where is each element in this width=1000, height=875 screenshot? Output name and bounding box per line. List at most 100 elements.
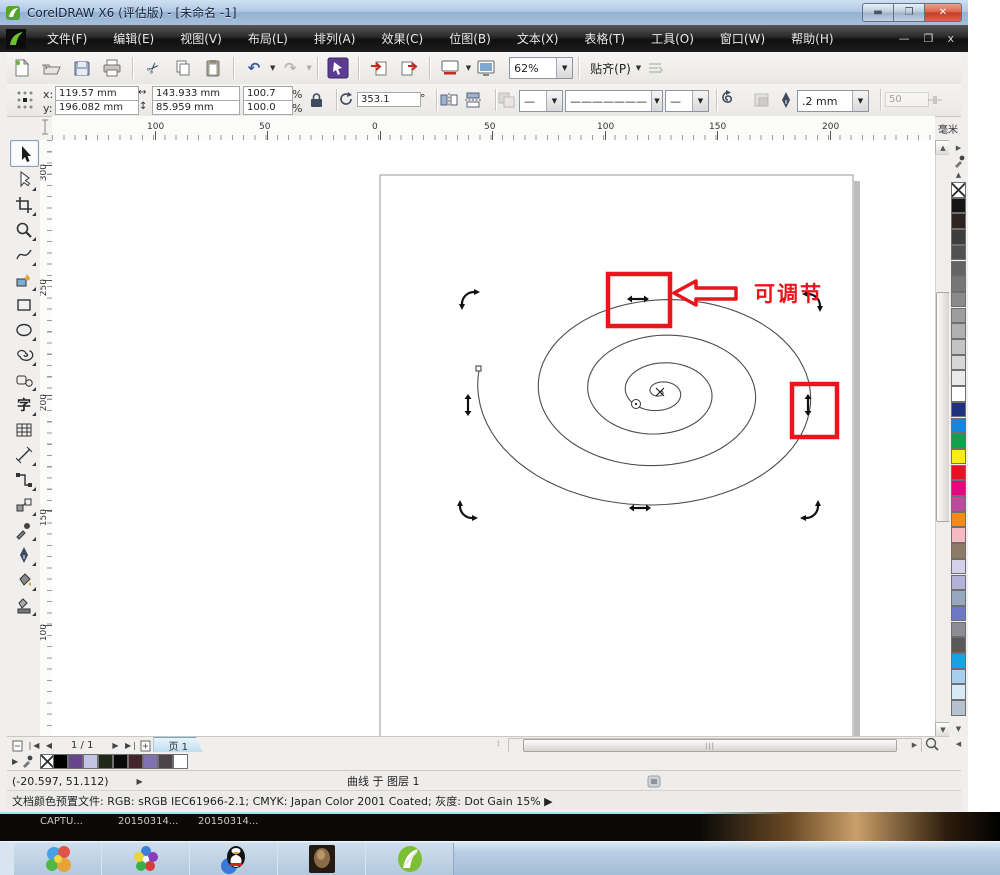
color-swatch[interactable] [951,700,966,716]
pan-zoom-icon[interactable] [924,737,940,752]
redo-dropdown-icon[interactable]: ▼ [306,64,311,72]
menu-item-9[interactable]: 表格(T) [571,30,638,47]
docpal-color-swatch[interactable] [68,754,83,769]
horizontal-scrollbar[interactable]: ||| [508,738,922,753]
spiral-tool[interactable] [10,342,37,367]
fill-tool[interactable] [10,567,37,592]
first-page-button[interactable]: ❘◀ [25,738,41,752]
color-swatch[interactable] [951,684,966,700]
color-swatch[interactable] [951,245,966,261]
undo-dropdown-icon[interactable]: ▼ [270,64,275,72]
color-swatch[interactable] [951,590,966,606]
paste-button[interactable] [200,55,226,81]
hscroll-right-button[interactable]: ▶ [908,738,921,751]
last-page-button[interactable]: ▶❘ [123,738,139,752]
redo-button[interactable]: ↷ [277,55,303,81]
color-swatch[interactable] [951,669,966,685]
no-color-swatch[interactable] [951,182,966,198]
menu-item-7[interactable]: 位图(B) [436,30,504,47]
basic-shapes-tool[interactable] [10,367,37,392]
color-swatch[interactable] [951,637,966,653]
horizontal-scrollbar-thumb[interactable]: ||| [523,739,897,752]
line-style-dropdown[interactable]: ———————▼ [565,90,663,112]
coordinates-flyout-icon[interactable]: ▶ [137,777,143,786]
color-swatch[interactable] [951,261,966,277]
docpal-color-swatch[interactable] [158,754,173,769]
color-swatch[interactable] [951,496,966,512]
palette-scroll-down-icon[interactable]: ▼ [951,724,966,734]
color-swatch[interactable] [951,527,966,543]
color-swatch[interactable] [951,213,966,229]
blend-tool[interactable] [10,492,37,517]
close-curve-icon[interactable] [718,89,738,111]
color-swatch[interactable] [951,370,966,386]
scale-v-field[interactable] [243,100,293,115]
menu-item-12[interactable]: 帮助(H) [778,30,846,47]
coreldraw-icon[interactable] [6,29,26,49]
copy-button[interactable] [170,55,196,81]
palette-expand-icon[interactable]: ◀ [951,738,966,750]
navigator-splitter[interactable]: ⁞ [497,739,500,748]
taskbar-item-pinwheel-app[interactable] [101,843,190,875]
new-document-button[interactable] [9,55,35,81]
shape-tool[interactable] [10,167,37,192]
status-tray-icon[interactable] [647,775,661,788]
arrow-end-dropdown[interactable]: —▼ [665,90,709,112]
menu-item-2[interactable]: 编辑(E) [100,30,167,47]
cut-button[interactable]: ✂ [140,55,166,81]
lock-ratio-icon[interactable] [310,93,323,108]
import-button[interactable] [366,55,392,81]
docpal-color-swatch[interactable] [113,754,128,769]
color-swatch[interactable] [951,292,966,308]
table-tool[interactable] [10,417,37,442]
color-swatch[interactable] [951,480,966,496]
outline-pen-tool[interactable] [10,542,37,567]
color-swatch[interactable] [951,543,966,559]
color-swatch[interactable] [951,308,966,324]
menu-item-5[interactable]: 排列(A) [301,30,369,47]
zoom-dropdown-icon[interactable]: ▼ [556,58,572,78]
open-button[interactable] [39,55,65,81]
docpal-color-swatch[interactable] [53,754,68,769]
doc-minimize-icon[interactable]: — [899,32,910,45]
arrow-start-dropdown[interactable]: —▼ [519,90,563,112]
add-page-after-icon[interactable] [139,739,153,752]
scale-h-field[interactable] [243,86,293,101]
color-swatch[interactable] [951,339,966,355]
mirror-horizontal-button[interactable] [439,91,459,109]
color-swatch[interactable] [951,622,966,638]
search-content-button[interactable] [325,55,351,81]
horizontal-ruler[interactable]: 10050050100150200 [52,116,935,141]
minimize-button[interactable]: ▬ [862,3,893,22]
color-swatch[interactable] [951,386,966,402]
doc-restore-icon[interactable]: ❐ [924,32,934,45]
pick-tool[interactable] [10,140,39,167]
print-button[interactable] [99,55,125,81]
undo-button[interactable]: ↶ [241,55,267,81]
color-swatch[interactable] [951,512,966,528]
background-app-title[interactable]: CAPTU... [40,816,83,827]
palette-scroll-up-icon[interactable]: ▲ [951,170,966,180]
taskbar-item-balloons-app[interactable] [13,843,102,875]
docpal-flyout-icon[interactable]: ▶ [12,757,18,766]
drawing-canvas[interactable]: 可调节 [52,140,935,736]
next-page-button[interactable]: ▶ [107,738,123,752]
color-swatch[interactable] [951,402,966,418]
rectangle-tool[interactable] [10,292,37,317]
rotation-angle-field[interactable] [357,92,421,107]
ellipse-tool[interactable] [10,317,37,342]
launcher-dropdown-icon[interactable]: ▼ [466,64,471,72]
menu-item-8[interactable]: 文本(X) [504,30,572,47]
background-app-title[interactable]: 20150314... [118,816,178,827]
menu-item-1[interactable]: 文件(F) [34,30,100,47]
freehand-tool[interactable] [10,242,37,267]
snap-dropdown-icon[interactable]: ▼ [636,64,641,72]
spiral-start-node[interactable] [476,366,481,371]
page-tab[interactable]: 页 1 [153,737,203,753]
close-button[interactable]: ✕ [924,3,962,22]
menu-item-4[interactable]: 布局(L) [235,30,301,47]
prev-page-button[interactable]: ◀ [41,738,57,752]
color-swatch[interactable] [951,418,966,434]
add-page-before-icon[interactable] [11,739,25,752]
docpal-color-swatch[interactable] [83,754,98,769]
